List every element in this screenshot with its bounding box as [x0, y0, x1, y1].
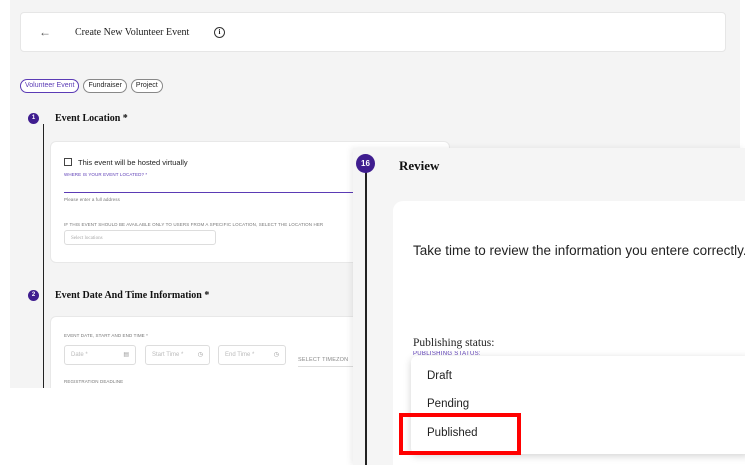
page-title: Create New Volunteer Event: [75, 27, 190, 38]
review-heading: Review: [399, 158, 440, 173]
datetime-label: EVENT DATE, START AND END TIME *: [64, 333, 148, 338]
tab-fundraiser[interactable]: Fundraiser: [83, 79, 127, 93]
review-instructions: Take time to review the information you …: [413, 243, 745, 258]
start-time-field[interactable]: Start Time * ◷: [145, 345, 210, 365]
address-hint: Please enter a full address: [64, 197, 120, 202]
option-draft[interactable]: Draft: [427, 370, 452, 382]
virtual-event-checkbox[interactable]: [64, 158, 72, 166]
start-time-placeholder: Start Time *: [152, 352, 184, 358]
restrict-location-label: IF THIS EVENT SHOULD BE AVAILABLE ONLY T…: [64, 222, 324, 227]
arrow-left-icon[interactable]: ←: [39, 25, 51, 39]
date-time-heading: Event Date And Time Information *: [55, 290, 210, 301]
timezone-underline: [298, 366, 358, 367]
date-field[interactable]: Date * ▤: [64, 345, 136, 365]
location-input[interactable]: [64, 192, 364, 193]
page-header: ← Create New Volunteer Event i: [20, 12, 726, 52]
calendar-icon: ▤: [123, 352, 129, 358]
option-pending[interactable]: Pending: [427, 398, 469, 410]
event-type-tabs: Volunteer Event Fundraiser Project: [20, 79, 163, 93]
publishing-status-sublabel: PUBLISHING STATUS:: [413, 351, 481, 355]
virtual-event-label: This event will be hosted virtually: [78, 158, 188, 167]
step-2-badge: 2: [28, 290, 39, 301]
end-time-placeholder: End Time *: [225, 352, 255, 358]
location-label: WHERE IS YOUR EVENT LOCATED? *: [64, 172, 148, 177]
timezone-select[interactable]: SELECT TIMEZON: [298, 357, 348, 363]
end-time-field[interactable]: End Time * ◷: [218, 345, 286, 365]
select-locations-input[interactable]: Select locations: [64, 230, 216, 245]
clock-icon: ◷: [197, 352, 203, 358]
date-placeholder: Date *: [71, 352, 88, 358]
tab-project[interactable]: Project: [130, 79, 163, 93]
timeline-line: [43, 124, 44, 388]
highlight-box: [399, 413, 521, 455]
review-timeline-line: [365, 170, 367, 465]
step-16-badge: 16: [356, 154, 375, 173]
clock-icon: ◷: [273, 352, 279, 358]
event-location-heading: Event Location *: [55, 113, 128, 124]
info-icon[interactable]: i: [214, 27, 225, 38]
step-1-badge: 1: [28, 113, 39, 124]
publishing-status-label: Publishing status:: [413, 337, 495, 349]
registration-deadline-label: REGISTRATION DEADLINE: [64, 379, 124, 384]
tab-volunteer-event[interactable]: Volunteer Event: [20, 79, 80, 93]
